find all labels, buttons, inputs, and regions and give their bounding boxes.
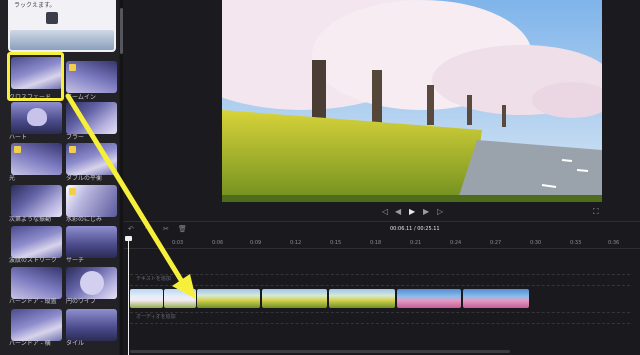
annotation-arrow [65, 93, 196, 299]
